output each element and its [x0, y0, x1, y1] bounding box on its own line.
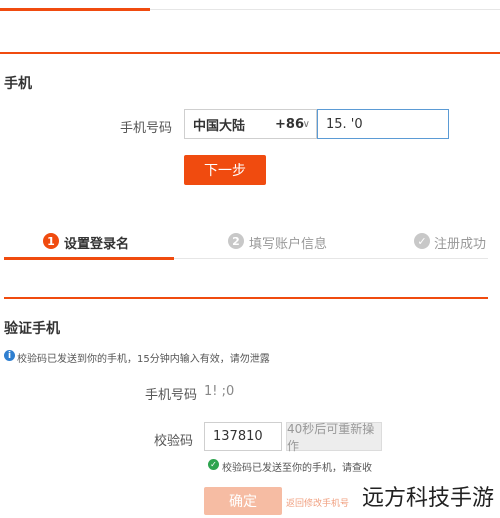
- resend-code-button[interactable]: 40秒后可重新操作: [286, 422, 382, 453]
- step-1-icon: 1: [43, 233, 59, 249]
- next-step-button[interactable]: 下一步: [184, 155, 266, 185]
- phone-input-value: 15. '0: [326, 116, 363, 132]
- code-sent-note: 校验码已发送至你的手机，请查收: [222, 463, 372, 474]
- step-2-label: 填写账户信息: [249, 237, 328, 252]
- phone-section-title: 手机: [4, 76, 32, 92]
- verify-code-value: 137810: [213, 429, 263, 444]
- phone-number-label: 手机号码: [120, 121, 173, 136]
- info-icon: i: [4, 350, 15, 361]
- step-1-label: 设置登录名: [64, 237, 130, 252]
- step-3-check-icon: ✓: [414, 233, 430, 249]
- step-3-label: 注册成功: [434, 237, 487, 252]
- change-phone-link[interactable]: 返回修改手机号: [286, 496, 349, 509]
- top-progress-bar: [0, 8, 150, 11]
- top-section-divider: [0, 52, 500, 54]
- confirm-button[interactable]: 确定: [204, 487, 282, 515]
- country-code: +86: [275, 116, 304, 132]
- country-select[interactable]: 中国大陆 +86 ∨: [184, 109, 317, 139]
- verify-phone-label: 手机号码: [145, 388, 198, 403]
- country-name: 中国大陆: [193, 118, 246, 134]
- steps-progress-bar: [4, 257, 174, 260]
- top-progress-track: [150, 9, 500, 10]
- watermark-text: 远方科技手游: [361, 486, 494, 511]
- chevron-down-icon: ∨: [302, 118, 310, 130]
- steps-progress-track: [174, 258, 488, 259]
- verify-code-input[interactable]: 137810: [204, 422, 282, 451]
- check-icon: ✓: [208, 459, 219, 470]
- verify-phone-value: 1! ;0: [204, 384, 235, 399]
- verify-code-label: 校验码: [154, 434, 194, 449]
- step-2-icon: 2: [228, 233, 244, 249]
- verify-section-divider: [4, 297, 488, 299]
- verify-section-title: 验证手机: [4, 321, 60, 337]
- verify-info-text: 校验码已发送到你的手机，15分钟内输入有效，请勿泄露: [17, 354, 270, 365]
- phone-input[interactable]: 15. '0: [317, 109, 449, 139]
